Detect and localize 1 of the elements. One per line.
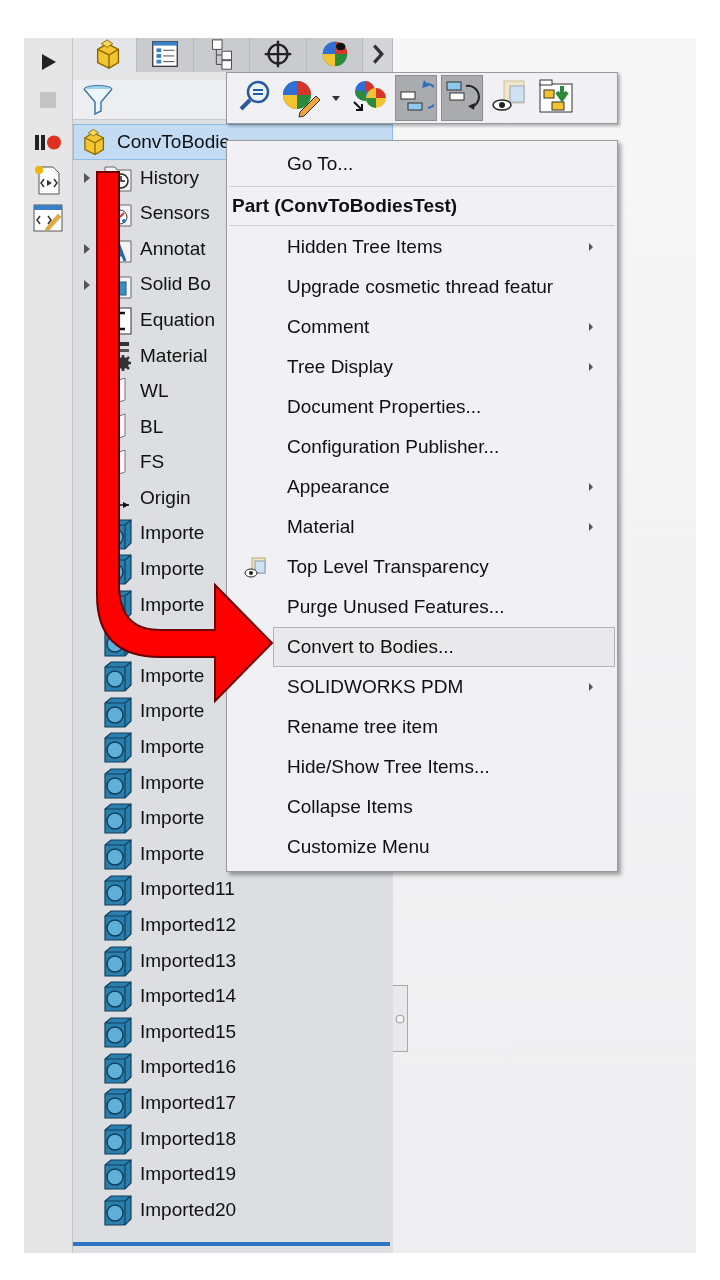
menu-section-header: Part (ConvToBodiesTest): [231, 193, 459, 218]
